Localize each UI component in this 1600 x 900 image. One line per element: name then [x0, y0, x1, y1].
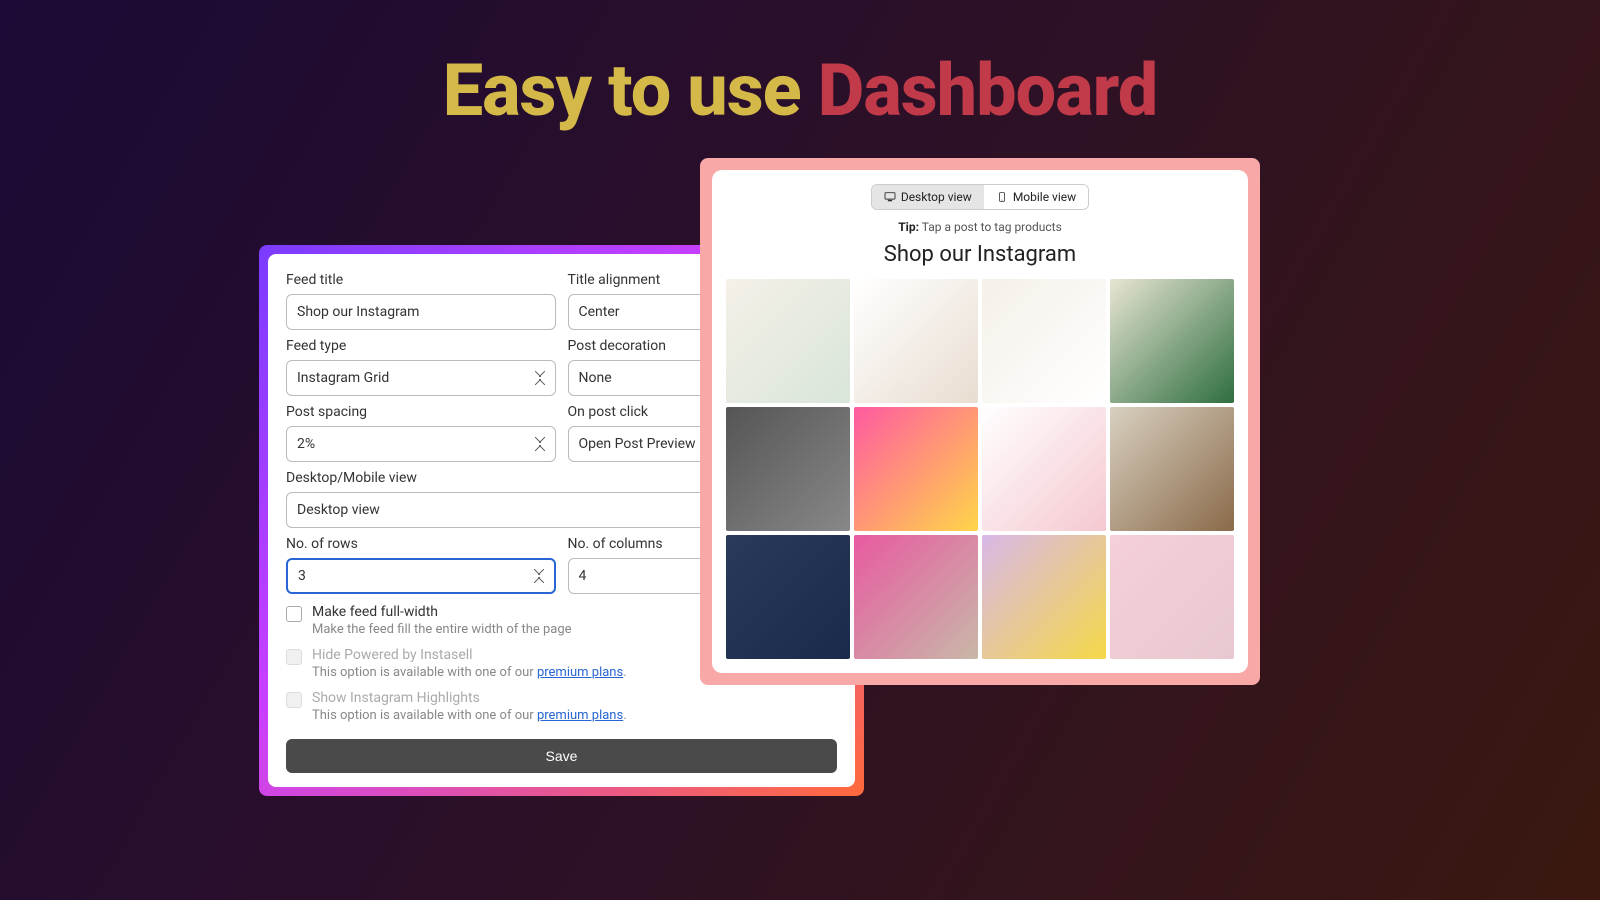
mobile-icon — [996, 192, 1008, 202]
grid-post[interactable] — [854, 279, 978, 403]
premium-plans-link[interactable]: premium plans — [537, 665, 623, 680]
rows-label: No. of rows — [286, 536, 556, 552]
highlights-label: Show Instagram Highlights — [312, 690, 627, 706]
full-width-checkbox[interactable] — [286, 606, 302, 622]
feed-type-label: Feed type — [286, 338, 556, 354]
preview-panel: Desktop view Mobile view Tip: Tap a post… — [712, 170, 1248, 673]
feed-title-label: Feed title — [286, 272, 556, 288]
grid-post[interactable] — [1110, 535, 1234, 659]
feed-type-select[interactable]: Instagram Grid — [286, 360, 556, 396]
grid-post[interactable] — [854, 535, 978, 659]
desktop-view-tab[interactable]: Desktop view — [872, 185, 984, 209]
save-button[interactable]: Save — [286, 739, 837, 773]
hide-powered-checkbox — [286, 649, 302, 665]
full-width-desc: Make the feed fill the entire width of t… — [312, 622, 572, 637]
grid-post[interactable] — [726, 535, 850, 659]
post-spacing-select[interactable]: 2% — [286, 426, 556, 462]
hero-title-part2: Dashboard — [818, 48, 1158, 133]
hero-title: Easy to use Dashboard — [0, 0, 1600, 133]
grid-post[interactable] — [854, 407, 978, 531]
grid-post[interactable] — [726, 407, 850, 531]
grid-post[interactable] — [1110, 407, 1234, 531]
grid-post[interactable] — [982, 279, 1106, 403]
grid-post[interactable] — [1110, 279, 1234, 403]
preview-tip: Tip: Tap a post to tag products — [726, 220, 1234, 234]
grid-post[interactable] — [726, 279, 850, 403]
hide-powered-label: Hide Powered by Instasell — [312, 647, 627, 663]
highlights-desc: This option is available with one of our… — [312, 708, 627, 723]
premium-plans-link[interactable]: premium plans — [537, 708, 623, 723]
grid-post[interactable] — [982, 407, 1106, 531]
grid-post[interactable] — [982, 535, 1106, 659]
full-width-label: Make feed full-width — [312, 604, 572, 620]
rows-input[interactable]: 3 — [286, 558, 556, 594]
mobile-view-tab[interactable]: Mobile view — [984, 185, 1088, 209]
desktop-icon — [884, 192, 896, 202]
hero-title-part1: Easy to use — [443, 48, 818, 133]
preview-panel-frame: Desktop view Mobile view Tip: Tap a post… — [700, 158, 1260, 685]
preview-feed-title: Shop our Instagram — [726, 242, 1234, 267]
post-spacing-label: Post spacing — [286, 404, 556, 420]
view-toggle: Desktop view Mobile view — [726, 184, 1234, 210]
highlights-checkbox — [286, 692, 302, 708]
hide-powered-desc: This option is available with one of our… — [312, 665, 627, 680]
instagram-grid — [726, 279, 1234, 659]
feed-title-input[interactable]: Shop our Instagram — [286, 294, 556, 330]
